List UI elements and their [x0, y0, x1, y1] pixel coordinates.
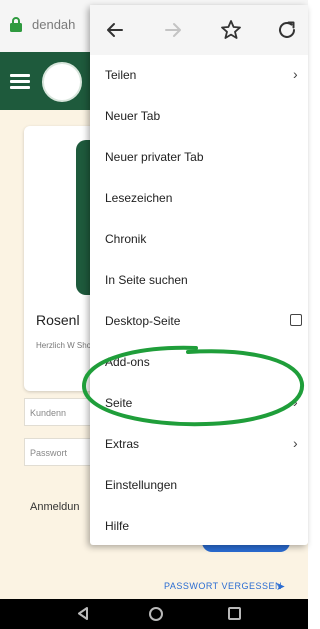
chevron-right-icon: › — [293, 66, 298, 82]
menu-item-label: Seite — [105, 396, 133, 410]
menu-item-add-ons[interactable]: Add-ons — [90, 342, 308, 382]
menu-item-desktop-seite[interactable]: Desktop-Seite — [90, 301, 308, 341]
menu-item-label: Extras — [105, 437, 140, 451]
menu-item-einstellungen[interactable]: Einstellungen — [90, 465, 308, 505]
menu-item-label: In Seite suchen — [105, 273, 188, 287]
arrow-right-icon[interactable]: ➤ — [276, 580, 285, 593]
chevron-right-icon: › — [293, 394, 298, 410]
menu-item-label: Desktop-Seite — [105, 314, 181, 328]
chevron-right-icon: › — [293, 435, 298, 451]
menu-item-label: Einstellungen — [105, 478, 178, 492]
browser-overflow-menu: Teilen › Neuer Tab Neuer privater Tab Le… — [90, 5, 308, 545]
forward-arrow-icon[interactable] — [160, 17, 186, 43]
menu-item-label: Neuer Tab — [105, 109, 161, 123]
menu-item-label: Lesezeichen — [105, 191, 173, 205]
menu-item-in-seite-suchen[interactable]: In Seite suchen — [90, 260, 308, 300]
card-title: Rosenl — [36, 312, 80, 328]
url-text[interactable]: dendah — [32, 17, 75, 32]
menu-toolbar — [90, 5, 308, 55]
back-arrow-icon[interactable] — [102, 17, 128, 43]
menu-item-extras[interactable]: Extras › — [90, 424, 308, 464]
lock-icon — [10, 17, 22, 32]
menu-item-hilfe[interactable]: Hilfe — [90, 506, 308, 546]
menu-item-neuer-privater-tab[interactable]: Neuer privater Tab — [90, 137, 308, 177]
back-triangle-icon[interactable] — [77, 607, 89, 620]
star-bookmark-icon[interactable] — [218, 17, 244, 43]
forgot-password-link[interactable]: PASSWORT VERGESSEN — [164, 581, 282, 591]
recent-apps-icon[interactable] — [228, 607, 241, 620]
menu-item-teilen[interactable]: Teilen › — [90, 55, 308, 95]
menu-item-label: Chronik — [105, 232, 147, 246]
hamburger-menu-icon[interactable] — [10, 74, 30, 89]
site-logo[interactable] — [42, 62, 82, 102]
android-nav-bar — [0, 599, 308, 629]
menu-item-label: Neuer privater Tab — [105, 150, 204, 164]
home-circle-icon[interactable] — [149, 607, 163, 621]
reload-icon[interactable] — [274, 17, 300, 43]
menu-item-neuer-tab[interactable]: Neuer Tab — [90, 96, 308, 136]
desktop-site-checkbox[interactable] — [290, 314, 302, 326]
menu-item-chronik[interactable]: Chronik — [90, 219, 308, 259]
menu-item-label: Add-ons — [105, 355, 150, 369]
menu-item-seite[interactable]: Seite › — [90, 383, 308, 423]
menu-item-label: Hilfe — [105, 519, 130, 533]
menu-item-label: Teilen — [105, 68, 137, 82]
menu-item-lesezeichen[interactable]: Lesezeichen — [90, 178, 308, 218]
login-label: Anmeldun — [30, 501, 80, 513]
